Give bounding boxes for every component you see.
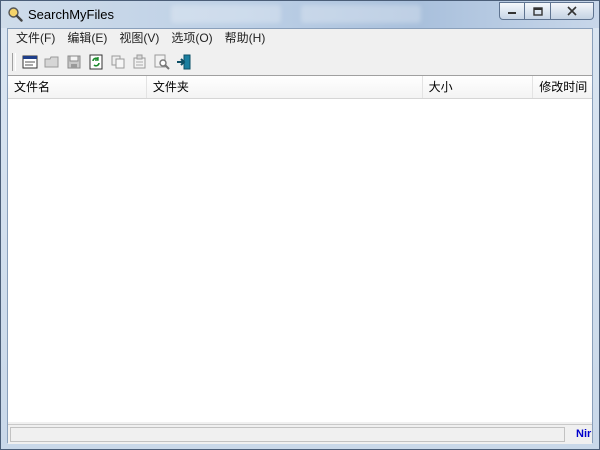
status-bar: Nir [8, 424, 592, 444]
properties-button[interactable] [129, 51, 151, 73]
open-button[interactable] [41, 51, 63, 73]
column-header-folder[interactable]: 文件夹 [147, 76, 423, 98]
save-icon [67, 55, 81, 69]
menu-bar: 文件(F) 编辑(E) 视图(V) 选项(O) 帮助(H) [8, 29, 592, 48]
copy-button[interactable] [107, 51, 129, 73]
open-icon [44, 56, 59, 68]
background-taskbar-blur [301, 5, 421, 23]
maximize-button[interactable] [525, 2, 551, 20]
list-header: 文件名 文件夹 大小 修改时间 [8, 76, 592, 99]
find-button[interactable] [151, 51, 173, 73]
minimize-icon [508, 12, 516, 14]
refresh-button[interactable] [85, 51, 107, 73]
exit-icon [177, 54, 191, 70]
toolbar-grip [12, 53, 16, 71]
maximize-icon [532, 6, 543, 16]
magnifier-app-icon [8, 7, 23, 22]
close-icon [567, 6, 577, 16]
menu-options[interactable]: 选项(O) [165, 29, 218, 48]
status-text-panel [10, 427, 565, 442]
menu-help[interactable]: 帮助(H) [219, 29, 272, 48]
save-button[interactable] [63, 51, 85, 73]
properties-icon [133, 54, 146, 69]
column-header-filename[interactable]: 文件名 [8, 76, 147, 98]
column-header-size[interactable]: 大小 [423, 76, 534, 98]
menu-edit[interactable]: 编辑(E) [61, 29, 113, 48]
nirsoft-link[interactable]: Nir [576, 428, 591, 440]
background-taskbar-blur [171, 5, 281, 23]
new-search-icon [22, 55, 38, 69]
minimize-button[interactable] [499, 2, 525, 20]
new-search-button[interactable] [19, 51, 41, 73]
toolbar [8, 49, 592, 75]
menu-file[interactable]: 文件(F) [10, 29, 61, 48]
find-icon [154, 54, 170, 70]
close-button[interactable] [551, 2, 594, 20]
window-title: SearchMyFiles [28, 7, 114, 22]
client-area: 文件(F) 编辑(E) 视图(V) 选项(O) 帮助(H) 文件名 文件夹 大小… [7, 28, 593, 444]
app-window: SearchMyFiles 文件(F) 编辑(E) 视图(V) 选项(O) 帮助… [0, 0, 600, 450]
menu-view[interactable]: 视图(V) [113, 29, 165, 48]
copy-icon [111, 55, 125, 69]
title-bar[interactable]: SearchMyFiles [1, 1, 599, 28]
column-header-modified-time[interactable]: 修改时间 [533, 76, 592, 98]
exit-button[interactable] [173, 51, 195, 73]
refresh-icon [89, 54, 103, 70]
results-list[interactable]: 文件名 文件夹 大小 修改时间 [8, 75, 592, 422]
